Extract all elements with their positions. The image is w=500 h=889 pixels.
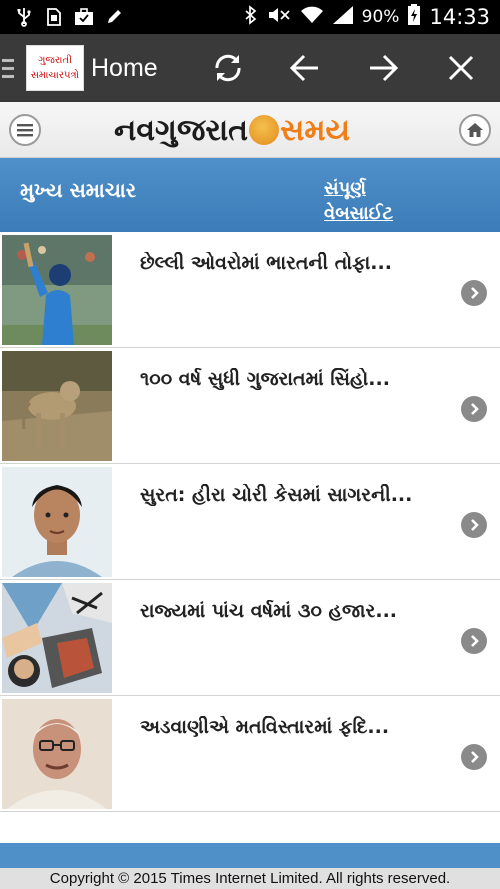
- pencil-icon: [104, 7, 124, 27]
- close-icon: [448, 55, 474, 81]
- section-bar: મુખ્ય સમાચાર સંપૂર્ણ વેબસાઈટ: [0, 158, 500, 232]
- briefcase-icon: [74, 7, 94, 27]
- news-item[interactable]: અડવાણીએ મતવિસ્તારમાં ફદિ...: [0, 696, 500, 812]
- back-button[interactable]: [285, 48, 325, 88]
- news-item[interactable]: રાજ્યમાં પાંચ વર્ષમાં ૩૦ હજાર...: [0, 580, 500, 696]
- chevron-right-icon[interactable]: [461, 512, 487, 538]
- news-headline: સુરત: હીરા ચોરી કેસમાં સાગરની...: [140, 484, 413, 506]
- full-website-link[interactable]: સંપૂર્ણ વેબસાઈટ: [324, 176, 444, 226]
- menu-button[interactable]: [9, 114, 41, 146]
- battery-icon: [407, 4, 421, 30]
- sim-icon: [44, 7, 64, 27]
- full-website-link-line2: વેબસાઈટ: [324, 203, 394, 224]
- app-toolbar: ગુજરાતી સમાચારપત્રો Home: [0, 34, 500, 102]
- news-item[interactable]: છેલ્લી ઓવરોમાં ભારતની તોફા...: [0, 232, 500, 348]
- forward-arrow-icon: [370, 54, 399, 82]
- news-headline: ૧૦૦ વર્ષ સુધી ગુજરાતમાં સિંહો...: [140, 368, 390, 390]
- refresh-button[interactable]: [208, 48, 248, 88]
- news-headline: રાજ્યમાં પાંચ વર્ષમાં ૩૦ હજાર...: [140, 600, 398, 622]
- home-button[interactable]: [459, 114, 491, 146]
- menu-icon: [17, 124, 33, 137]
- refresh-icon: [215, 54, 241, 82]
- news-headline: છેલ્લી ઓવરોમાં ભારતની તોફા...: [140, 252, 392, 274]
- young-man-portrait-image: [2, 467, 112, 577]
- news-list: છેલ્લી ઓવરોમાં ભારતની તોફા... ૧૦૦ વર્ષ સ…: [0, 232, 500, 812]
- drawer-icon[interactable]: [0, 34, 22, 102]
- close-button[interactable]: [441, 48, 481, 88]
- brand-header: નવગુજરાત સમય: [0, 102, 500, 158]
- home-icon: [467, 123, 483, 137]
- chevron-right-icon[interactable]: [461, 628, 487, 654]
- app-logo-line2: સમાચારપત્રો: [30, 70, 80, 81]
- app-logo-line1: ગુજરાતી: [38, 55, 72, 66]
- signal-icon: [332, 5, 354, 29]
- footer-bar: [0, 843, 500, 868]
- page-title: Home: [91, 53, 158, 82]
- cricket-player-image: [2, 235, 112, 345]
- forward-button[interactable]: [363, 48, 403, 88]
- brand-name-part2: સમય: [280, 112, 351, 148]
- copyright-text: Copyright © 2015 Times Internet Limited.…: [0, 868, 500, 889]
- usb-icon: [14, 7, 34, 27]
- bluetooth-icon: [244, 5, 258, 29]
- wifi-icon: [300, 5, 324, 29]
- app-logo[interactable]: ગુજરાતી સમાચારપત્રો: [26, 45, 84, 91]
- full-website-link-line1: સંપૂર્ણ: [324, 178, 366, 199]
- news-headline: અડવાણીએ મતવિસ્તારમાં ફદિ...: [140, 716, 390, 738]
- chevron-right-icon[interactable]: [461, 396, 487, 422]
- chevron-right-icon[interactable]: [461, 744, 487, 770]
- lion-logo-icon: [249, 115, 280, 145]
- news-item[interactable]: ૧૦૦ વર્ષ સુધી ગુજરાતમાં સિંહો...: [0, 348, 500, 464]
- status-bar: 90% 14:33: [0, 0, 500, 34]
- brand-name-part1: નવગુજરાત: [114, 112, 249, 148]
- news-item[interactable]: સુરત: હીરા ચોરી કેસમાં સાગરની...: [0, 464, 500, 580]
- chevron-right-icon[interactable]: [461, 280, 487, 306]
- section-title: મુખ્ય સમાચાર: [20, 178, 137, 202]
- battery-percent: 90%: [361, 7, 400, 27]
- illustration-collage-image: [2, 583, 112, 693]
- back-arrow-icon: [289, 54, 318, 82]
- clock: 14:33: [429, 5, 490, 29]
- brand-logo: નવગુજરાત સમય: [114, 110, 350, 150]
- mute-icon: [266, 5, 292, 29]
- elderly-politician-portrait-image: [2, 699, 112, 809]
- lion-image: [2, 351, 112, 461]
